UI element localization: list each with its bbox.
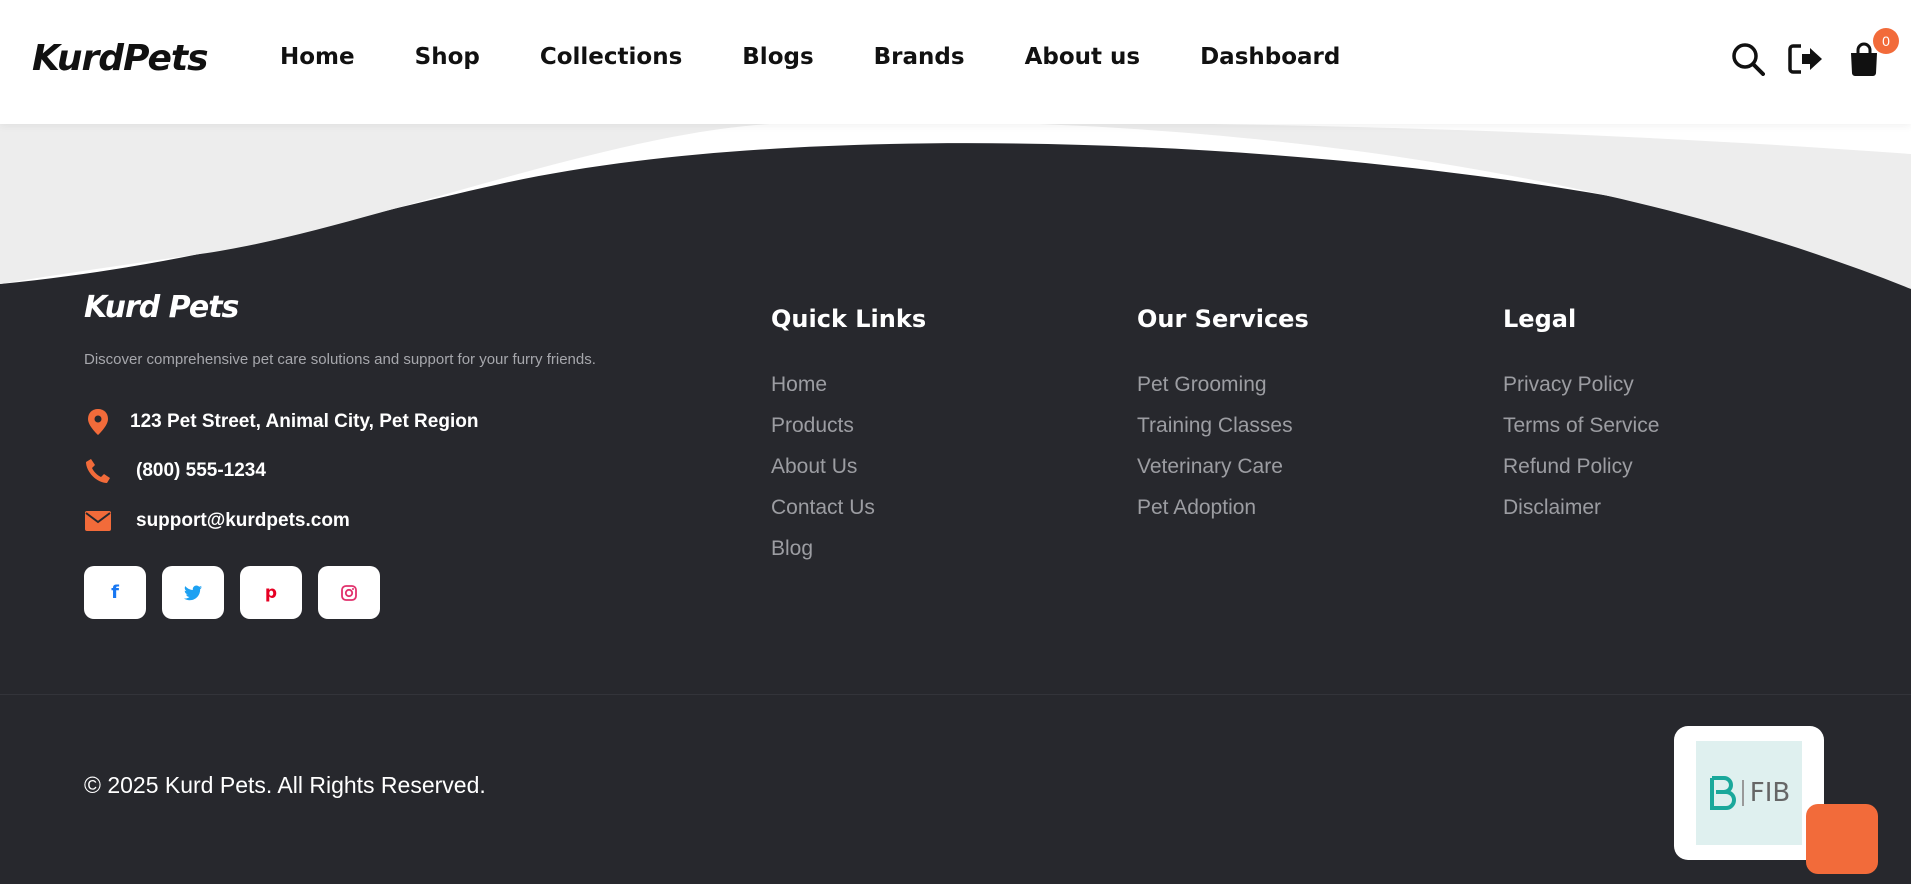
service-veterinary-care[interactable]: Veterinary Care xyxy=(1137,455,1309,496)
fib-label: FIB xyxy=(1749,778,1791,808)
phone-icon xyxy=(84,457,112,485)
nav-about-us[interactable]: About us xyxy=(1025,44,1141,70)
fib-separator xyxy=(1741,780,1744,806)
fib-logo: FIB xyxy=(1696,741,1802,845)
pinterest-icon[interactable]: p xyxy=(240,566,302,619)
quick-link-contact-us[interactable]: Contact Us xyxy=(771,496,926,537)
contact-email[interactable]: support@kurdpets.com xyxy=(84,507,350,535)
fib-mark-icon xyxy=(1709,776,1736,810)
footer-divider xyxy=(0,694,1911,695)
quick-links-column: Quick Links Home Products About Us Conta… xyxy=(771,305,926,578)
facebook-icon[interactable]: f xyxy=(84,566,146,619)
nav-dashboard[interactable]: Dashboard xyxy=(1200,44,1340,70)
site-header: KurdPets Home Shop Collections Blogs Bra… xyxy=(0,0,1911,124)
quick-link-blog[interactable]: Blog xyxy=(771,537,926,578)
scroll-to-top-button[interactable] xyxy=(1806,804,1878,874)
contact-phone[interactable]: (800) 555-1234 xyxy=(84,457,266,485)
nav-home[interactable]: Home xyxy=(280,44,355,70)
quick-link-about-us[interactable]: About Us xyxy=(771,455,926,496)
site-logo[interactable]: KurdPets xyxy=(32,38,209,79)
footer-brand[interactable]: Kurd Pets xyxy=(84,290,239,325)
nav-blogs[interactable]: Blogs xyxy=(742,44,813,70)
contact-address-text: 123 Pet Street, Animal City, Pet Region xyxy=(130,411,479,432)
contact-phone-text: (800) 555-1234 xyxy=(136,460,266,481)
nav-collections[interactable]: Collections xyxy=(540,44,682,70)
instagram-icon[interactable] xyxy=(318,566,380,619)
main-nav: Home Shop Collections Blogs Brands About… xyxy=(280,44,1400,70)
search-icon[interactable] xyxy=(1729,40,1767,78)
contact-address: 123 Pet Street, Animal City, Pet Region xyxy=(84,408,478,436)
header-actions: 0 xyxy=(1729,28,1899,78)
services-column: Our Services Pet Grooming Training Class… xyxy=(1137,305,1309,537)
logout-icon[interactable] xyxy=(1787,40,1825,78)
location-pin-icon xyxy=(84,408,112,436)
cart-count-badge: 0 xyxy=(1873,28,1899,54)
envelope-icon xyxy=(84,507,112,535)
services-title: Our Services xyxy=(1137,305,1309,333)
legal-refund-policy[interactable]: Refund Policy xyxy=(1503,455,1659,496)
quick-link-products[interactable]: Products xyxy=(771,414,926,455)
nav-shop[interactable]: Shop xyxy=(415,44,480,70)
legal-disclaimer[interactable]: Disclaimer xyxy=(1503,496,1659,537)
service-pet-adoption[interactable]: Pet Adoption xyxy=(1137,496,1309,537)
footer-tagline: Discover comprehensive pet care solution… xyxy=(84,351,596,368)
legal-terms-of-service[interactable]: Terms of Service xyxy=(1503,414,1659,455)
fib-payment-badge[interactable]: FIB xyxy=(1674,726,1824,860)
nav-brands[interactable]: Brands xyxy=(874,44,965,70)
social-links: f p xyxy=(84,566,380,619)
legal-privacy-policy[interactable]: Privacy Policy xyxy=(1503,373,1659,414)
cart-icon[interactable]: 0 xyxy=(1845,28,1899,78)
copyright-text: © 2025 Kurd Pets. All Rights Reserved. xyxy=(84,772,486,798)
quick-links-title: Quick Links xyxy=(771,305,927,333)
service-training-classes[interactable]: Training Classes xyxy=(1137,414,1309,455)
legal-column: Legal Privacy Policy Terms of Service Re… xyxy=(1503,305,1659,537)
contact-email-text: support@kurdpets.com xyxy=(136,510,350,531)
legal-title: Legal xyxy=(1503,305,1577,333)
twitter-icon[interactable] xyxy=(162,566,224,619)
quick-link-home[interactable]: Home xyxy=(771,373,926,414)
footer-wave xyxy=(0,124,1911,289)
service-pet-grooming[interactable]: Pet Grooming xyxy=(1137,373,1309,414)
